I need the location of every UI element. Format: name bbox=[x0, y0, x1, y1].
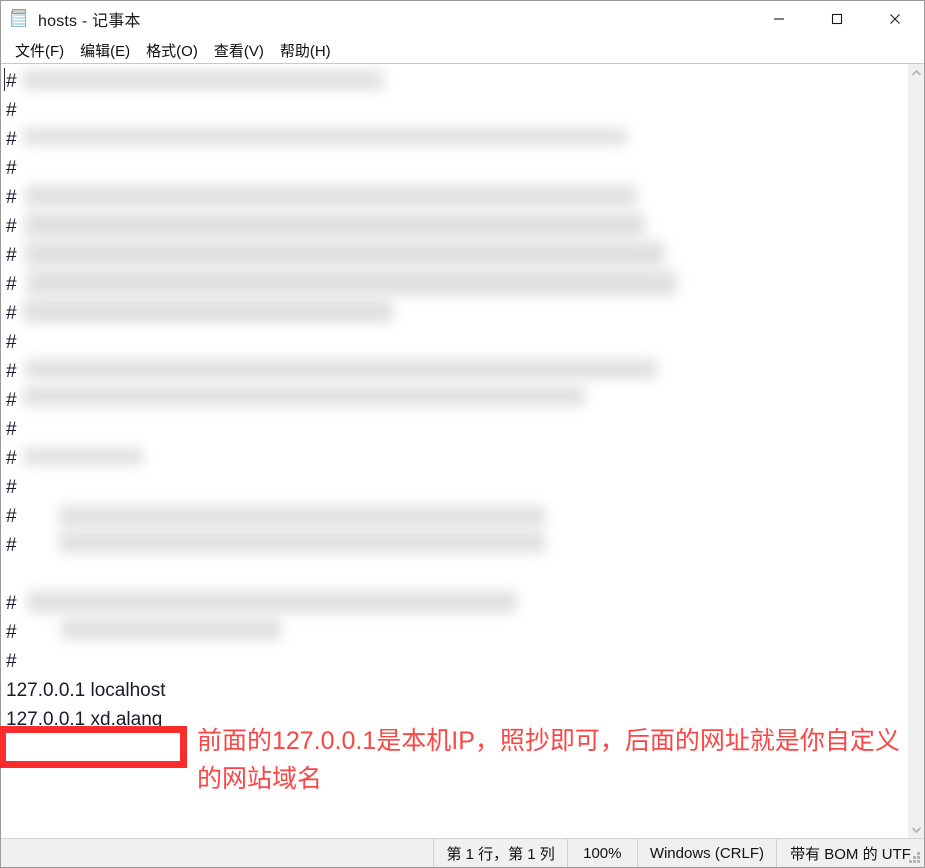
editor-line: # bbox=[6, 419, 17, 440]
redaction-blur bbox=[59, 531, 545, 553]
editor-line: # bbox=[6, 651, 17, 672]
redaction-blur bbox=[23, 386, 585, 406]
notepad-icon bbox=[9, 9, 29, 29]
scroll-down-icon[interactable] bbox=[908, 821, 925, 838]
editor-line: # bbox=[1, 241, 907, 270]
editor-line: # bbox=[1, 589, 907, 618]
redaction-blur bbox=[23, 299, 393, 323]
window-title: hosts - 记事本 bbox=[38, 13, 141, 30]
menu-edit[interactable]: 编辑(E) bbox=[72, 38, 138, 63]
editor-line: # bbox=[1, 125, 907, 154]
editor-area: # # # # # # # # # # # # # # # # # # # #127.0.0.1 localhost 1… bbox=[0, 63, 924, 838]
title-bar[interactable]: hosts - 记事本 bbox=[1, 1, 924, 37]
editor-line: 127.0.0.1 localhost bbox=[6, 680, 166, 701]
redaction-blur bbox=[23, 70, 383, 90]
redaction-blur bbox=[27, 270, 677, 296]
editor-line: # bbox=[1, 299, 907, 328]
redaction-blur bbox=[61, 618, 281, 640]
editor-line: # bbox=[1, 183, 907, 212]
vertical-scrollbar[interactable] bbox=[907, 64, 924, 838]
status-cursor-position: 第 1 行，第 1 列 bbox=[433, 839, 566, 867]
editor-line: # bbox=[1, 212, 907, 241]
editor-line: # bbox=[6, 477, 17, 498]
redaction-blur bbox=[25, 241, 665, 267]
editor-line: # bbox=[6, 332, 17, 353]
editor-line: # bbox=[1, 357, 907, 386]
maximize-button[interactable] bbox=[808, 1, 866, 37]
editor-line: # bbox=[1, 618, 907, 647]
status-encoding[interactable]: 带有 BOM 的 UTF bbox=[776, 839, 924, 867]
menu-bar: 文件(F) 编辑(E) 格式(O) 查看(V) 帮助(H) bbox=[1, 37, 924, 63]
menu-file[interactable]: 文件(F) bbox=[7, 38, 72, 63]
notepad-window: hosts - 记事本 文件(F) 编辑(E) 格式(O) 查看(V) 帮助(H… bbox=[0, 0, 925, 868]
redaction-blur bbox=[25, 212, 645, 238]
redaction-blur bbox=[23, 448, 143, 465]
editor-line: 127.0.0.1 xd.alang bbox=[6, 709, 163, 730]
redaction-blur bbox=[27, 591, 517, 613]
editor-line: # bbox=[1, 531, 907, 560]
window-controls bbox=[750, 1, 924, 37]
menu-help[interactable]: 帮助(H) bbox=[272, 38, 339, 63]
close-button[interactable] bbox=[866, 1, 924, 37]
menu-view[interactable]: 查看(V) bbox=[206, 38, 272, 63]
editor-line: # bbox=[6, 158, 17, 179]
text-editor[interactable]: # # # # # # # # # # # # # # # # # # # #127.0.0.1 localhost 1… bbox=[1, 64, 907, 838]
menu-format[interactable]: 格式(O) bbox=[138, 38, 206, 63]
status-zoom-level[interactable]: 100% bbox=[566, 839, 637, 867]
editor-line: # bbox=[1, 270, 907, 299]
redaction-blur bbox=[23, 128, 627, 145]
status-spacer bbox=[1, 839, 433, 867]
editor-line: # bbox=[6, 100, 17, 121]
editor-line: # bbox=[1, 502, 907, 531]
scroll-up-icon[interactable] bbox=[908, 64, 925, 81]
redaction-blur bbox=[25, 185, 637, 207]
status-bar: 第 1 行，第 1 列 100% Windows (CRLF) 带有 BOM 的… bbox=[1, 838, 924, 867]
redaction-blur bbox=[59, 506, 545, 528]
status-line-ending[interactable]: Windows (CRLF) bbox=[636, 839, 776, 867]
editor-line: # bbox=[1, 386, 907, 415]
editor-line: # bbox=[1, 67, 907, 96]
resize-grip-icon[interactable] bbox=[909, 852, 921, 864]
editor-line: # bbox=[1, 444, 907, 473]
redaction-blur bbox=[25, 359, 657, 379]
minimize-button[interactable] bbox=[750, 1, 808, 37]
